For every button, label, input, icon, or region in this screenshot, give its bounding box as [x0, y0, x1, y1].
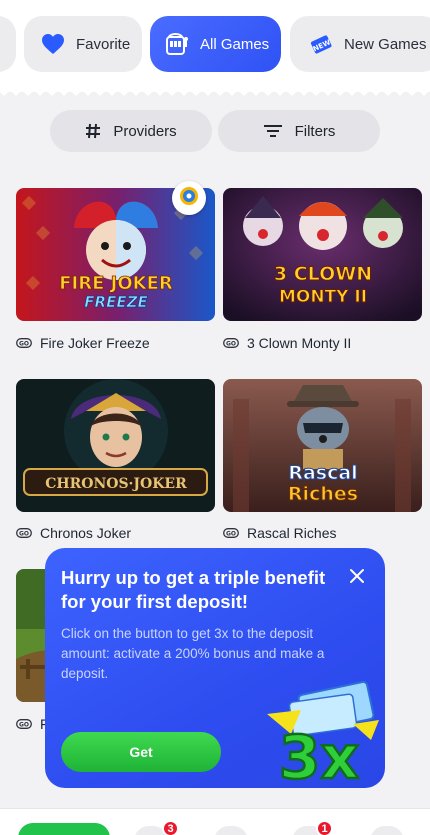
category-label-favorite: Favorite: [76, 35, 131, 53]
provider-logo-icon: [179, 186, 199, 211]
game-name-row[interactable]: GO Rascal Riches: [223, 525, 336, 541]
category-tab-all-games[interactable]: All Games: [150, 16, 281, 72]
filter-lines-icon: [263, 124, 283, 138]
game-tile-rascal-riches[interactable]: Rascal Riches: [223, 379, 422, 512]
game-name: Fire Joker Freeze: [40, 335, 150, 351]
providers-button[interactable]: Providers: [50, 110, 212, 152]
game-name-row[interactable]: GO 3 Clown Monty II: [223, 335, 351, 351]
category-label-all-games: All Games: [200, 35, 270, 53]
game-name: Rascal Riches: [247, 525, 337, 541]
game-art-subtitle: MONTY II: [279, 287, 367, 307]
game-name-row[interactable]: GO Fire Joker Freeze: [16, 335, 150, 351]
svg-text:GO: GO: [226, 531, 236, 538]
game-name-row[interactable]: GO Chronos Joker: [16, 525, 131, 541]
game-art-title: Rascal: [288, 462, 357, 484]
bonus-3x-text: 3x: [279, 723, 359, 788]
heart-icon: [40, 31, 66, 57]
bonus-3x-illustration: 3x: [267, 680, 379, 788]
game-art-title: 3 CLOWN: [274, 263, 372, 285]
category-tab-favorite[interactable]: Favorite: [24, 16, 142, 72]
game-name-row[interactable]: GO F: [16, 716, 49, 732]
get-bonus-button[interactable]: Get: [61, 732, 221, 772]
demo-gamepad-icon: GO: [223, 338, 239, 348]
demo-gamepad-icon: GO: [16, 338, 32, 348]
notification-count-badge: 3: [162, 820, 179, 835]
game-art-subtitle: FREEZE: [84, 293, 148, 311]
demo-gamepad-icon: GO: [16, 528, 32, 538]
category-label-new-games: New Games: [344, 35, 427, 53]
new-ticket-icon: NEW: [308, 31, 334, 57]
game-name: 3 Clown Monty II: [247, 335, 352, 351]
game-tile-3-clown-monty-ii[interactable]: 3 CLOWN MONTY II: [223, 188, 422, 321]
popup-title: Hurry up to get a triple benefit for you…: [61, 567, 326, 612]
game-tile-chronos-joker[interactable]: CHRONOS·JOKER: [16, 379, 215, 512]
providers-label: Providers: [113, 122, 177, 140]
slot-machine-icon: [164, 31, 190, 57]
close-icon: [349, 568, 365, 589]
filters-button[interactable]: Filters: [218, 110, 380, 152]
notification-count-badge: 1: [316, 820, 333, 835]
game-art-title: FIRE JOKER: [59, 273, 173, 294]
hash-icon: [85, 123, 101, 139]
svg-text:GO: GO: [19, 722, 29, 729]
popup-close-button[interactable]: [345, 566, 369, 590]
game-name: Chronos Joker: [40, 525, 132, 541]
provider-badge: [172, 181, 206, 215]
game-art-title: CHRONOS·JOKER: [45, 476, 187, 492]
demo-gamepad-icon: GO: [16, 719, 32, 729]
svg-text:GO: GO: [19, 531, 29, 538]
svg-text:GO: GO: [226, 341, 236, 348]
deposit-bonus-popup: Hurry up to get a triple benefit for you…: [45, 548, 385, 788]
filters-label: Filters: [294, 122, 336, 140]
zigzag-divider: [0, 84, 430, 96]
demo-gamepad-icon: GO: [223, 528, 239, 538]
category-tab-new-games[interactable]: NEW New Games: [290, 16, 430, 72]
game-art-subtitle: Riches: [288, 483, 358, 505]
bottom-primary-button[interactable]: [18, 823, 110, 835]
svg-text:GO: GO: [19, 341, 29, 348]
